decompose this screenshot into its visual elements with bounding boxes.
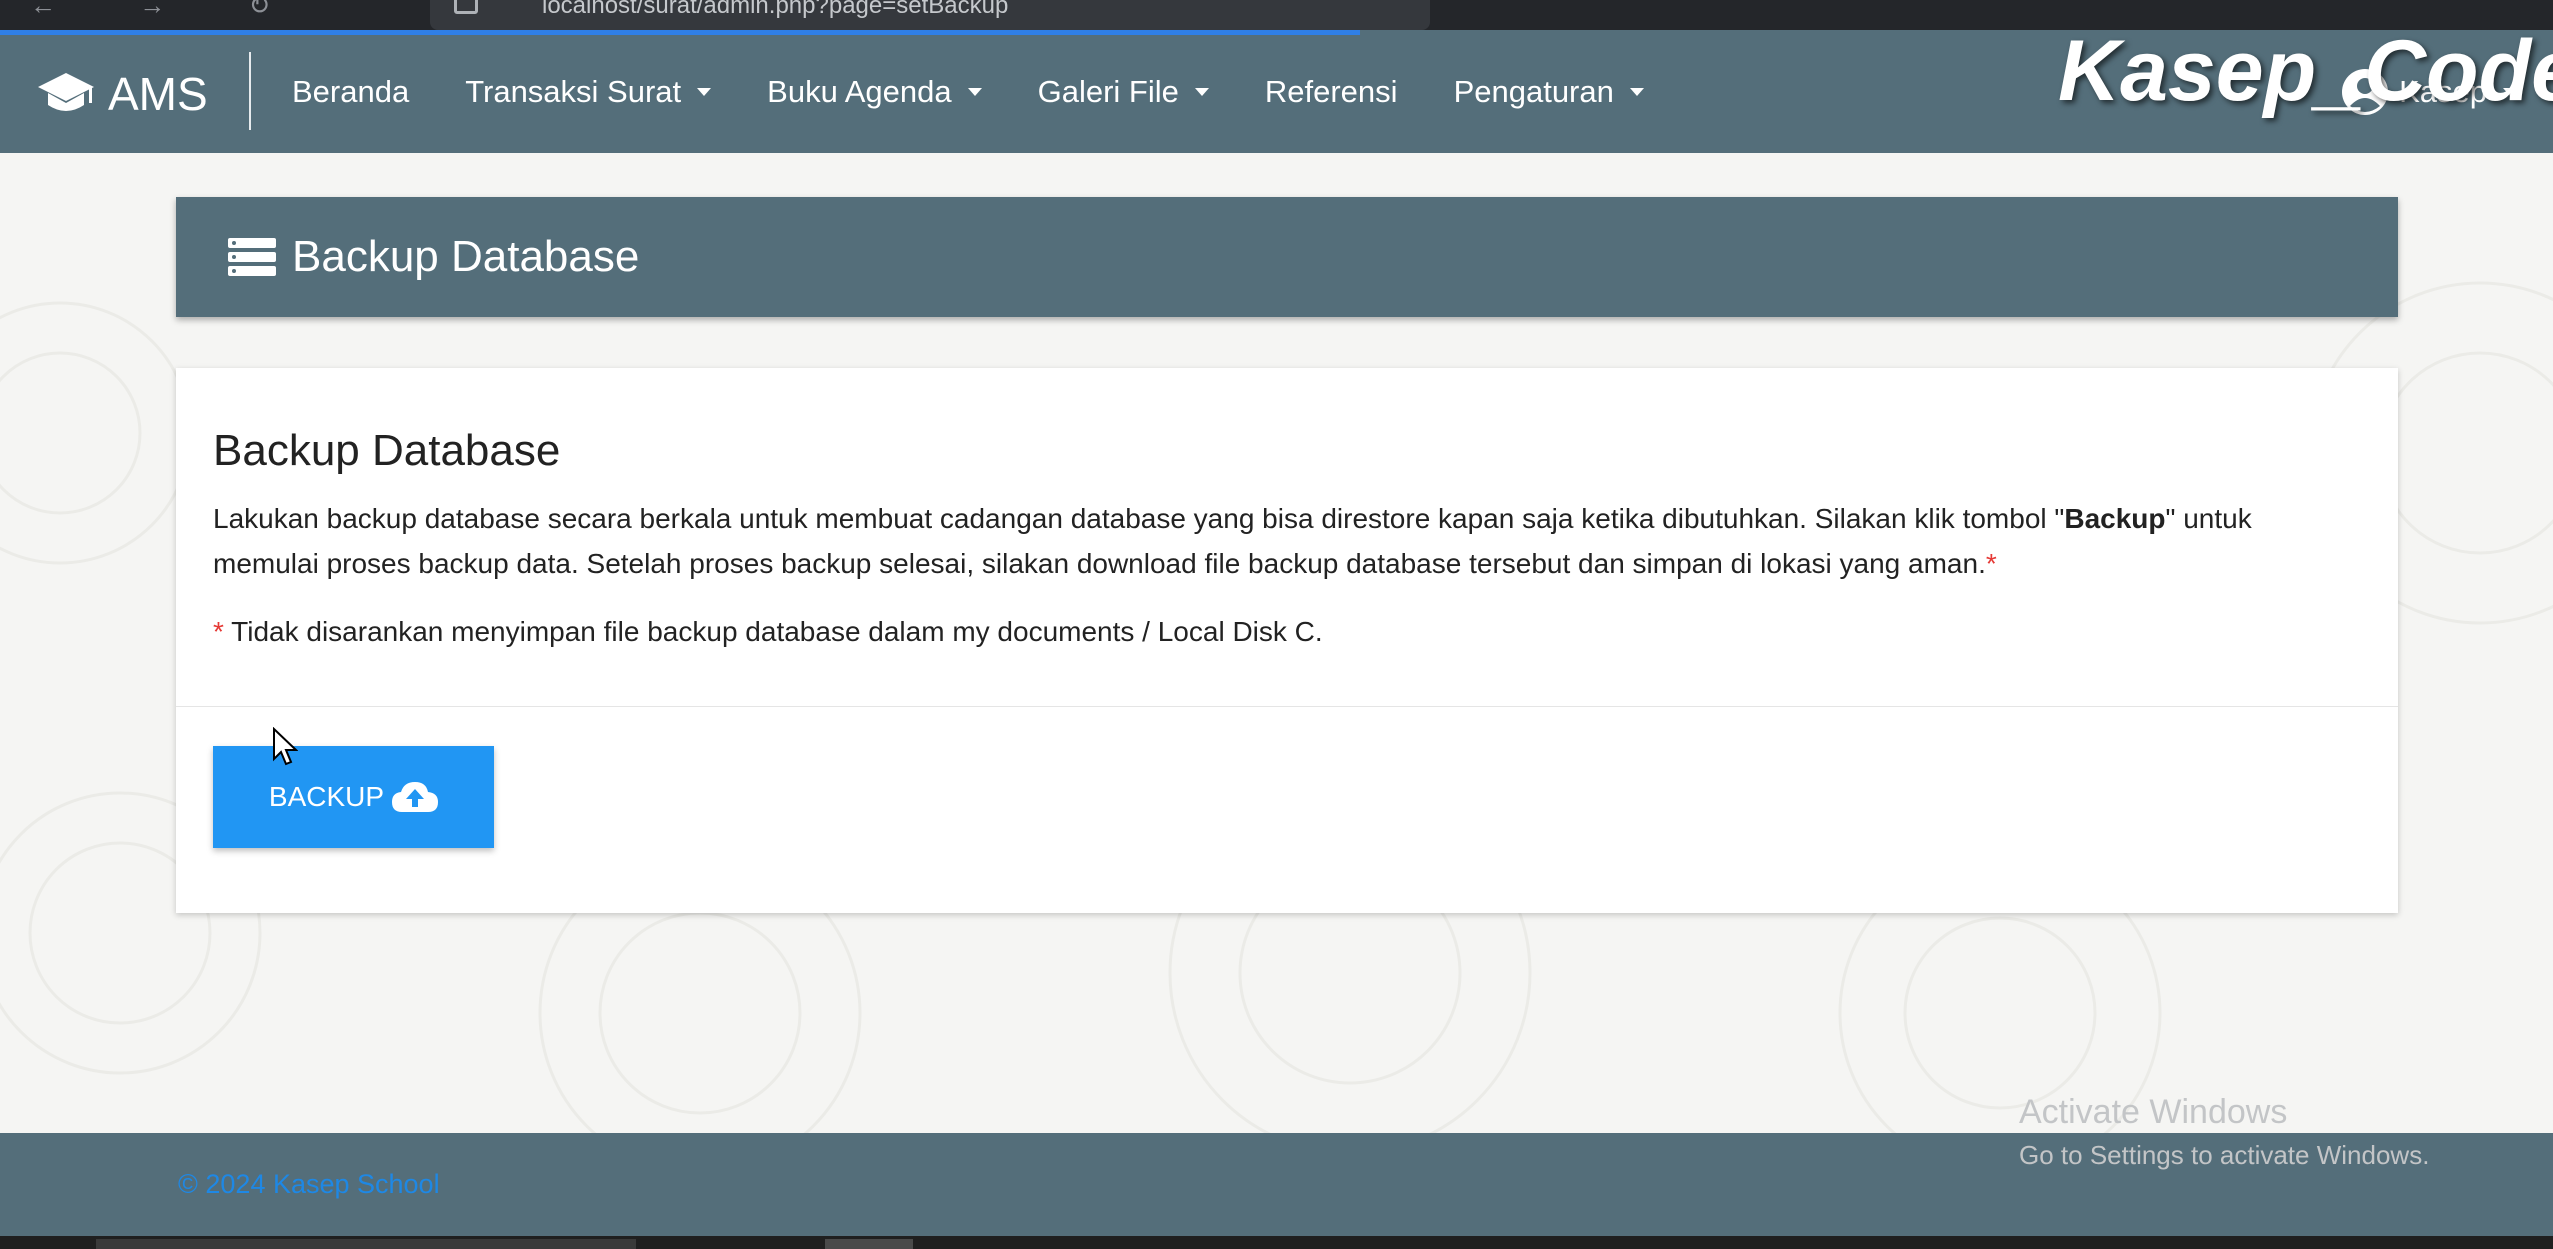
- activate-subtitle: Go to Settings to activate Windows.: [2019, 1140, 2430, 1170]
- main-content: Backup Database Backup Database Lakukan …: [0, 153, 2553, 1133]
- backup-description: Lakukan backup database secara berkala u…: [213, 496, 2363, 586]
- footer-copyright[interactable]: © 2024 Kasep School: [178, 1169, 440, 1200]
- caret-down-icon: [1194, 87, 1209, 96]
- brand-name: AMS: [108, 68, 208, 120]
- menu-label: Pengaturan: [1453, 73, 1614, 109]
- brand-divider: [249, 52, 251, 130]
- activate-windows-overlay: Activate Windows Go to Settings to activ…: [2019, 1093, 2429, 1171]
- brand-logo[interactable]: AMS: [36, 66, 208, 122]
- activate-title: Activate Windows: [2019, 1093, 2288, 1131]
- backup-button[interactable]: BACKUP: [213, 746, 494, 848]
- browser-nav-icons[interactable]: ← → ↻: [30, 0, 308, 21]
- menu-buku-agenda[interactable]: Buku Agenda: [767, 73, 982, 110]
- menu-label: Galeri File: [1037, 73, 1179, 109]
- desc-bold-backup: Backup: [2064, 503, 2166, 534]
- page-title: Backup Database: [292, 232, 640, 281]
- top-navbar: AMS Beranda Transaksi Surat Buku Agenda …: [0, 23, 2553, 153]
- menu-beranda[interactable]: Beranda: [292, 74, 409, 110]
- backup-note: * Tidak disarankan menyimpan file backup…: [213, 616, 1323, 648]
- menu-referensi[interactable]: Referensi: [1265, 74, 1398, 110]
- card-divider: [176, 706, 2398, 707]
- cloud-upload-icon: [392, 782, 439, 812]
- mouse-cursor-icon: [273, 727, 298, 766]
- menu-label: Referensi: [1264, 73, 1398, 109]
- os-taskbar: [0, 1236, 2553, 1249]
- menu-transaksi-surat[interactable]: Transaksi Surat: [465, 73, 712, 110]
- page-load-progress: [0, 30, 1360, 35]
- taskbar-item[interactable]: [825, 1239, 913, 1249]
- database-list-icon: [228, 238, 276, 276]
- menu-label: Buku Agenda: [767, 73, 952, 109]
- required-asterisk: *: [1985, 548, 1997, 579]
- page-title-bar: Backup Database: [176, 197, 2398, 317]
- lock-icon: [454, 0, 478, 14]
- backup-button-label: BACKUP: [268, 781, 385, 812]
- graduation-cap-icon: [38, 73, 94, 111]
- menu-label: Beranda: [292, 73, 410, 109]
- menu-label: Transaksi Surat: [465, 73, 682, 109]
- browser-address-bar[interactable]: localhost/surat/admin.php?page=setBackup: [430, 0, 1430, 30]
- taskbar-item[interactable]: [96, 1239, 636, 1249]
- main-menu: Beranda Transaksi Surat Buku Agenda Gale…: [292, 30, 1700, 153]
- menu-pengaturan[interactable]: Pengaturan: [1454, 74, 1644, 110]
- backup-card: Backup Database Lakukan backup database …: [176, 368, 2398, 913]
- desc-text: Lakukan backup database secara berkala u…: [213, 503, 2065, 534]
- caret-down-icon: [697, 87, 712, 96]
- caret-down-icon: [1629, 87, 1644, 96]
- note-text: Tidak disarankan menyimpan file backup d…: [223, 616, 1323, 647]
- channel-watermark: Kasep_Code: [2058, 23, 2553, 119]
- menu-galeri-file[interactable]: Galeri File: [1038, 74, 1209, 110]
- card-heading: Backup Database: [213, 426, 561, 475]
- browser-url-text[interactable]: localhost/surat/admin.php?page=setBackup: [542, 0, 1008, 20]
- caret-down-icon: [967, 87, 982, 96]
- note-asterisk: *: [213, 616, 224, 647]
